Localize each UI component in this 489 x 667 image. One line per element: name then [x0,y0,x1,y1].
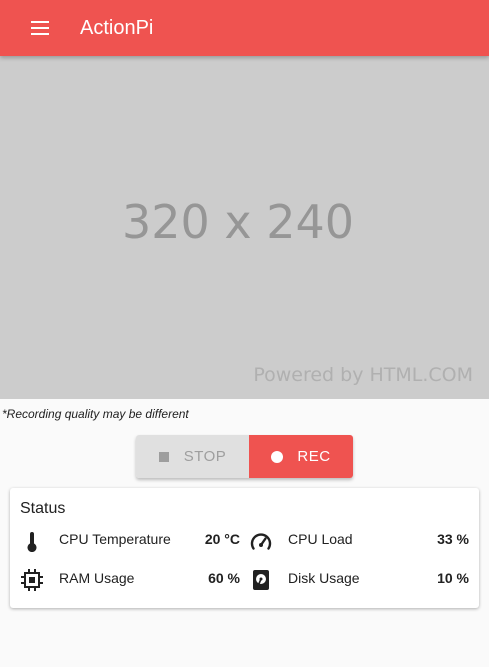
stop-square-icon [158,451,169,462]
stat-label-cpu-load: CPU Load [288,531,353,547]
stat-value-disk-usage: 10 % [437,570,469,586]
stat-label-ram-usage: RAM Usage [59,570,135,586]
menu-button[interactable] [22,14,58,42]
rec-button[interactable]: REC [249,435,353,478]
rec-label: REC [297,448,331,465]
hard-disk-icon [253,570,269,590]
stop-label: STOP [183,448,227,465]
record-controls: STOP REC [136,435,353,478]
stop-button[interactable]: STOP [136,435,249,478]
app-bar: ActionPi [0,0,489,56]
stat-value-cpu-load: 33 % [437,531,469,547]
thermometer-icon [27,532,37,553]
stat-label-disk-usage: Disk Usage [288,570,360,586]
hamburger-menu-icon [31,21,49,35]
status-title: Status [20,500,66,517]
stat-value-ram-usage: 60 % [208,570,240,586]
record-dot-icon [271,450,284,463]
stat-value-cpu-temperature: 20 °C [204,531,240,547]
camera-preview: 320 x 240 Powered by HTML.COM [0,56,489,399]
recording-quality-note: *Recording quality may be different [2,407,189,421]
status-card: Status CPU Temperature 20 °C CPU Load 33… [10,488,479,608]
preview-size-text: 320 x 240 [121,195,355,249]
speedometer-icon [250,533,272,550]
preview-powered-text: Powered by HTML.COM [253,364,473,386]
stat-label-cpu-temperature: CPU Temperature [59,531,171,547]
app-title: ActionPi [80,17,154,39]
memory-chip-icon [21,569,43,591]
